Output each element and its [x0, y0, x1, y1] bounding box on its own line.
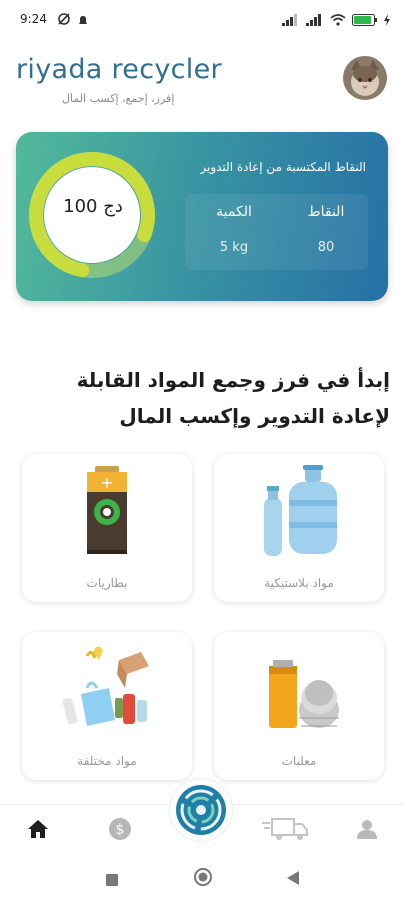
category-cans[interactable]: معلبات [214, 632, 384, 780]
charging-icon [384, 11, 390, 30]
signal-icon [282, 11, 300, 30]
battery-status-icon [352, 11, 378, 30]
quantity-label: الكمية [216, 204, 252, 220]
points-label: النقاط [307, 204, 345, 220]
points-value: 80 [317, 240, 335, 255]
recents-icon[interactable] [106, 871, 118, 890]
app-tagline: إفرز، إجمع، إكسب المال [62, 92, 175, 105]
app-title: riyada recycler [16, 54, 222, 85]
mixed-waste-icon [62, 646, 149, 726]
ring-value: 100 دج [63, 196, 123, 217]
points-card-title: النقاط المكتسبة من إعادة التدوير [200, 160, 366, 174]
svg-text:$: $ [116, 822, 125, 838]
bottom-nav: $ [0, 779, 404, 857]
cans-icon [269, 660, 339, 728]
profile-icon[interactable] [357, 819, 377, 843]
signal-2-icon [306, 11, 324, 30]
headline: إبدأ في فرز وجمع المواد القابلة لإعادة ا… [76, 368, 390, 428]
category-label: بطاريات [86, 576, 128, 590]
category-label: معلبات [281, 754, 317, 768]
back-icon[interactable] [287, 870, 299, 889]
stats-box: الكمية النقاط 5 kg 80 [185, 194, 368, 270]
quantity-value: 5 kg [219, 240, 249, 255]
avatar[interactable] [343, 56, 387, 100]
category-plastic[interactable]: مواد بلاستيكية [214, 454, 384, 602]
recycle-center-button[interactable] [170, 779, 232, 841]
notification-icon [78, 11, 88, 30]
wifi-icon [330, 11, 346, 30]
no-sync-icon [57, 11, 71, 30]
system-home-icon[interactable] [194, 868, 212, 890]
points-card: 100 دج النقاط المكتسبة من إعادة التدوير … [16, 132, 388, 301]
category-label: مواد مختلفة [77, 754, 137, 768]
dollar-icon[interactable]: $ [108, 817, 132, 845]
category-label: مواد بلاستيكية [264, 576, 334, 590]
category-mixed[interactable]: مواد مختلفة [22, 632, 192, 780]
system-nav-bar [0, 856, 404, 900]
status-bar: 9:24 [0, 0, 404, 38]
delivery-truck-icon[interactable] [262, 815, 310, 847]
category-batteries[interactable]: + بطاريات [22, 454, 192, 602]
battery-icon: + [87, 466, 127, 554]
recycle-center-icon [176, 785, 226, 835]
home-icon[interactable] [27, 819, 49, 843]
status-time: 9:24 [20, 12, 47, 26]
plastic-bottles-icon [264, 465, 337, 556]
svg-text:+: + [100, 473, 113, 492]
